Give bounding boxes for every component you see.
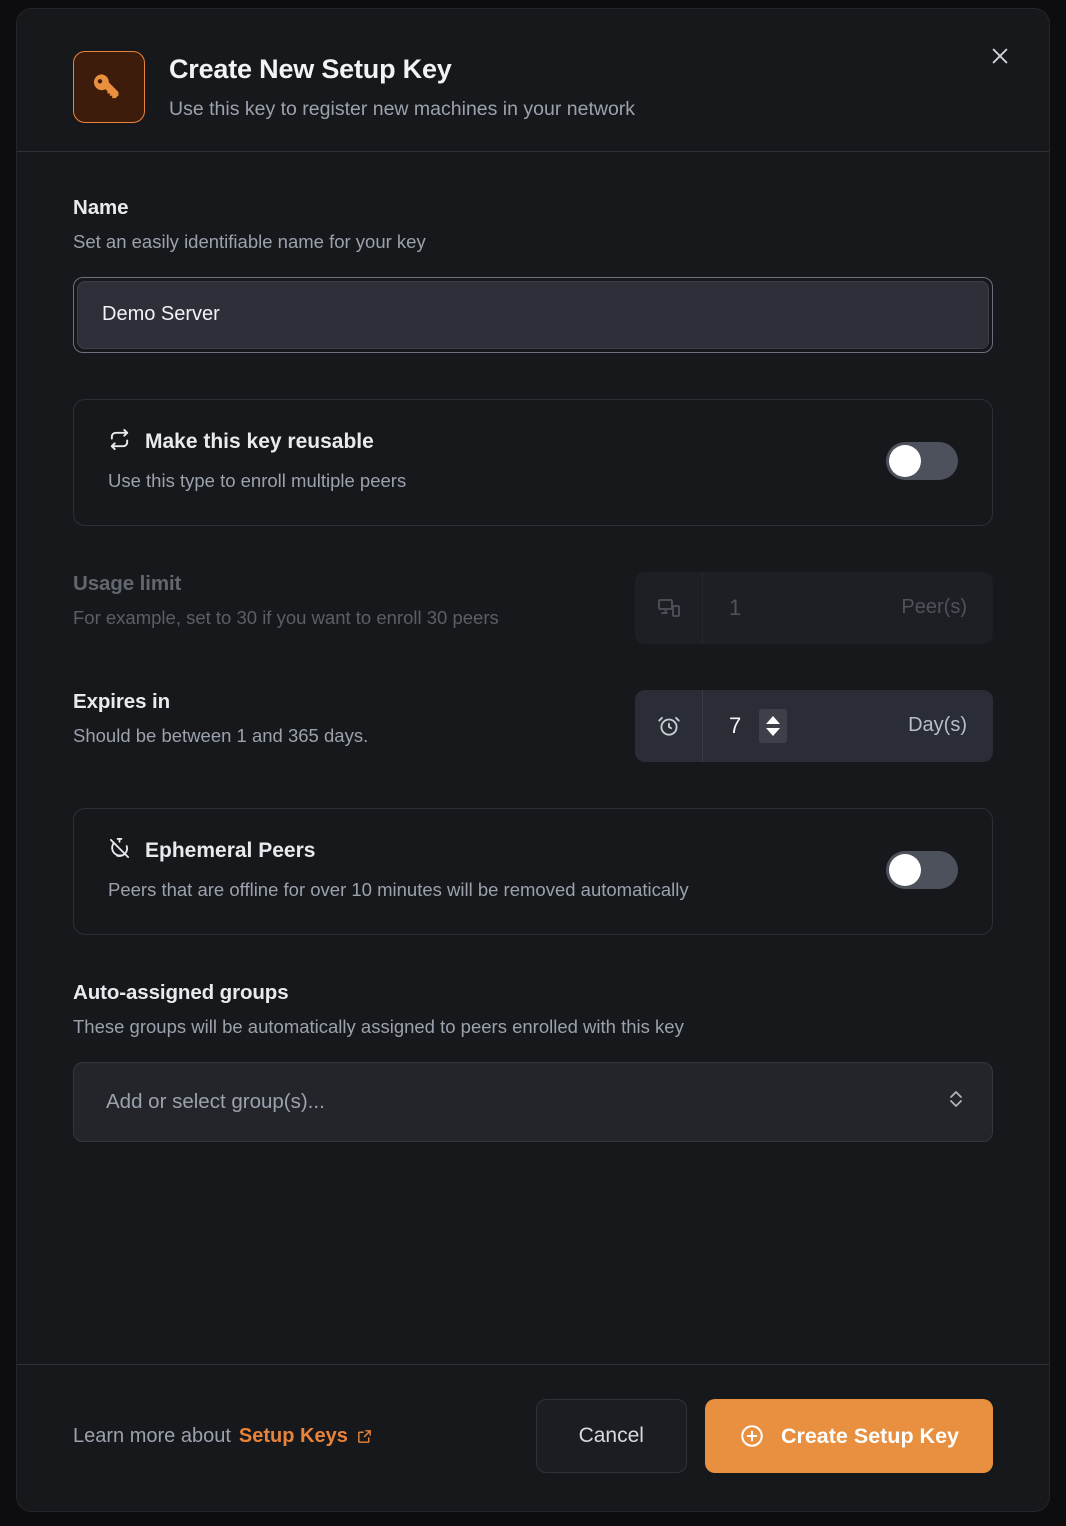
learn-more-text: Learn more about Setup Keys (73, 1425, 373, 1448)
name-input[interactable] (77, 280, 989, 349)
cancel-button[interactable]: Cancel (535, 1399, 687, 1473)
expires-in-unit: Day(s) (908, 714, 967, 737)
expires-in-row: Expires in Should be between 1 and 365 d… (73, 689, 993, 762)
alarm-clock-icon (635, 689, 703, 762)
timer-off-icon (108, 837, 131, 865)
expires-in-label: Expires in (73, 689, 170, 713)
expires-in-spinner[interactable] (759, 708, 788, 743)
expires-in-description: Should be between 1 and 365 days. (73, 724, 369, 746)
toggle-knob (889, 854, 921, 887)
ephemeral-peers-toggle[interactable] (886, 851, 958, 890)
reusable-key-text: Make this key reusable Use this type to … (108, 428, 862, 495)
create-setup-key-label: Create Setup Key (780, 1423, 959, 1448)
ephemeral-peers-card: Ephemeral Peers Peers that are offline f… (73, 807, 993, 935)
key-icon (73, 51, 145, 123)
repeat-icon (108, 428, 131, 456)
reusable-key-toggle[interactable] (886, 442, 958, 481)
create-setup-key-dialog: Create New Setup Key Use this key to reg… (16, 8, 1050, 1512)
dialog-body: Name Set an easily identifiable name for… (17, 152, 1049, 1364)
auto-assigned-groups-group: Auto-assigned groups These groups will b… (73, 981, 993, 1142)
usage-limit-description: For example, set to 30 if you want to en… (73, 606, 499, 628)
auto-assigned-groups-select[interactable]: Add or select group(s)... (73, 1061, 993, 1142)
chevron-up-down-icon (946, 1087, 966, 1116)
name-input-focus-ring (73, 276, 993, 353)
dialog-header-text: Create New Setup Key Use this key to reg… (169, 47, 635, 123)
learn-more-prefix: Learn more about (73, 1424, 231, 1447)
usage-limit-text: Usage limit For example, set to 30 if yo… (73, 572, 605, 631)
usage-limit-unit: Peer(s) (901, 596, 967, 619)
auto-assigned-groups-placeholder: Add or select group(s)... (106, 1089, 325, 1113)
usage-limit-value: 1 (729, 594, 742, 620)
ephemeral-peers-title: Ephemeral Peers (145, 838, 316, 862)
ephemeral-peers-description: Peers that are offline for over 10 minut… (108, 878, 689, 900)
auto-assigned-groups-label: Auto-assigned groups (73, 980, 289, 1004)
usage-limit-label: Usage limit (73, 571, 182, 595)
ephemeral-peers-text: Ephemeral Peers Peers that are offline f… (108, 837, 862, 904)
reusable-key-description: Use this type to enroll multiple peers (108, 469, 407, 491)
reusable-key-title: Make this key reusable (145, 429, 374, 453)
chevron-up-icon[interactable] (766, 715, 781, 724)
usage-limit-row: Usage limit For example, set to 30 if yo… (73, 571, 993, 644)
close-icon[interactable] (983, 39, 1017, 73)
expires-in-text: Expires in Should be between 1 and 365 d… (73, 690, 605, 749)
expires-in-stepper[interactable]: 7 Day(s) (635, 689, 993, 762)
dialog-header: Create New Setup Key Use this key to reg… (17, 9, 1049, 152)
toggle-knob (889, 445, 921, 478)
name-description: Set an easily identifiable name for your… (73, 231, 426, 252)
plus-circle-icon (739, 1423, 765, 1449)
dialog-subtitle: Use this key to register new machines in… (169, 98, 636, 121)
external-link-icon[interactable] (356, 1428, 373, 1445)
create-setup-key-button[interactable]: Create Setup Key (704, 1399, 993, 1473)
peers-monitor-icon (635, 571, 703, 644)
name-label: Name (73, 196, 129, 219)
page-title: Create New Setup Key (169, 54, 452, 84)
dialog-footer: Learn more about Setup Keys Cancel Creat… (17, 1364, 1049, 1511)
chevron-down-icon[interactable] (766, 727, 781, 736)
expires-in-value[interactable]: 7 (703, 713, 741, 739)
auto-assigned-groups-description: These groups will be automatically assig… (73, 1015, 684, 1037)
name-field-group: Name Set an easily identifiable name for… (73, 196, 993, 353)
usage-limit-stepper: 1 Peer(s) (635, 571, 993, 644)
reusable-key-card: Make this key reusable Use this type to … (73, 398, 993, 526)
setup-keys-link[interactable]: Setup Keys (239, 1425, 348, 1448)
